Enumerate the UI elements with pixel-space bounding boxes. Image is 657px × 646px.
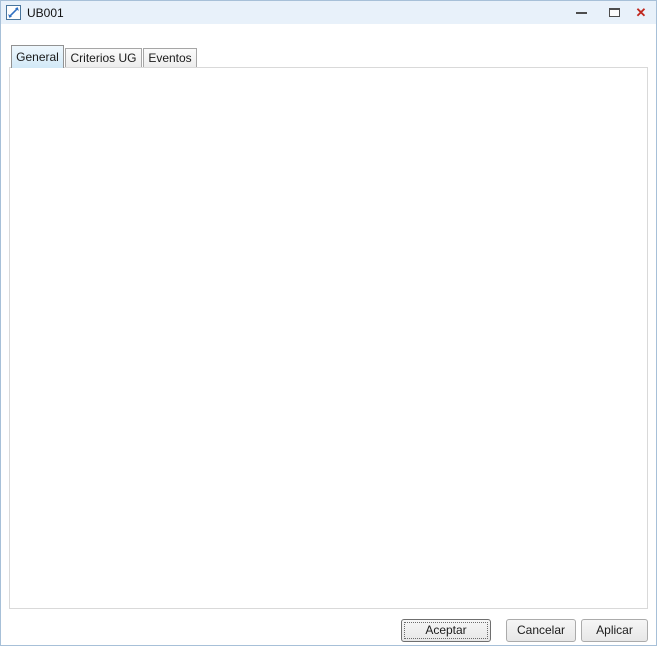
tab-page-general (9, 67, 648, 609)
dialog-window: UB001 ✕ General Criterios UG Eventos ID:… (0, 0, 657, 646)
maximize-button[interactable] (599, 1, 629, 24)
minimize-button[interactable] (566, 1, 596, 24)
title-bar: UB001 (1, 1, 656, 24)
window-expand-icon (6, 5, 21, 20)
window-title: UB001 (27, 6, 64, 20)
tab-eventos[interactable]: Eventos (143, 48, 197, 67)
maximize-icon (609, 8, 620, 17)
aceptar-button[interactable]: Aceptar (401, 619, 491, 642)
tab-criterios-ug[interactable]: Criterios UG (65, 48, 142, 67)
close-icon: ✕ (636, 6, 647, 19)
cancelar-button[interactable]: Cancelar (506, 619, 576, 642)
tab-general[interactable]: General (11, 45, 64, 68)
minimize-icon (576, 12, 587, 14)
close-button[interactable]: ✕ (626, 1, 656, 24)
aplicar-button[interactable]: Aplicar (581, 619, 648, 642)
